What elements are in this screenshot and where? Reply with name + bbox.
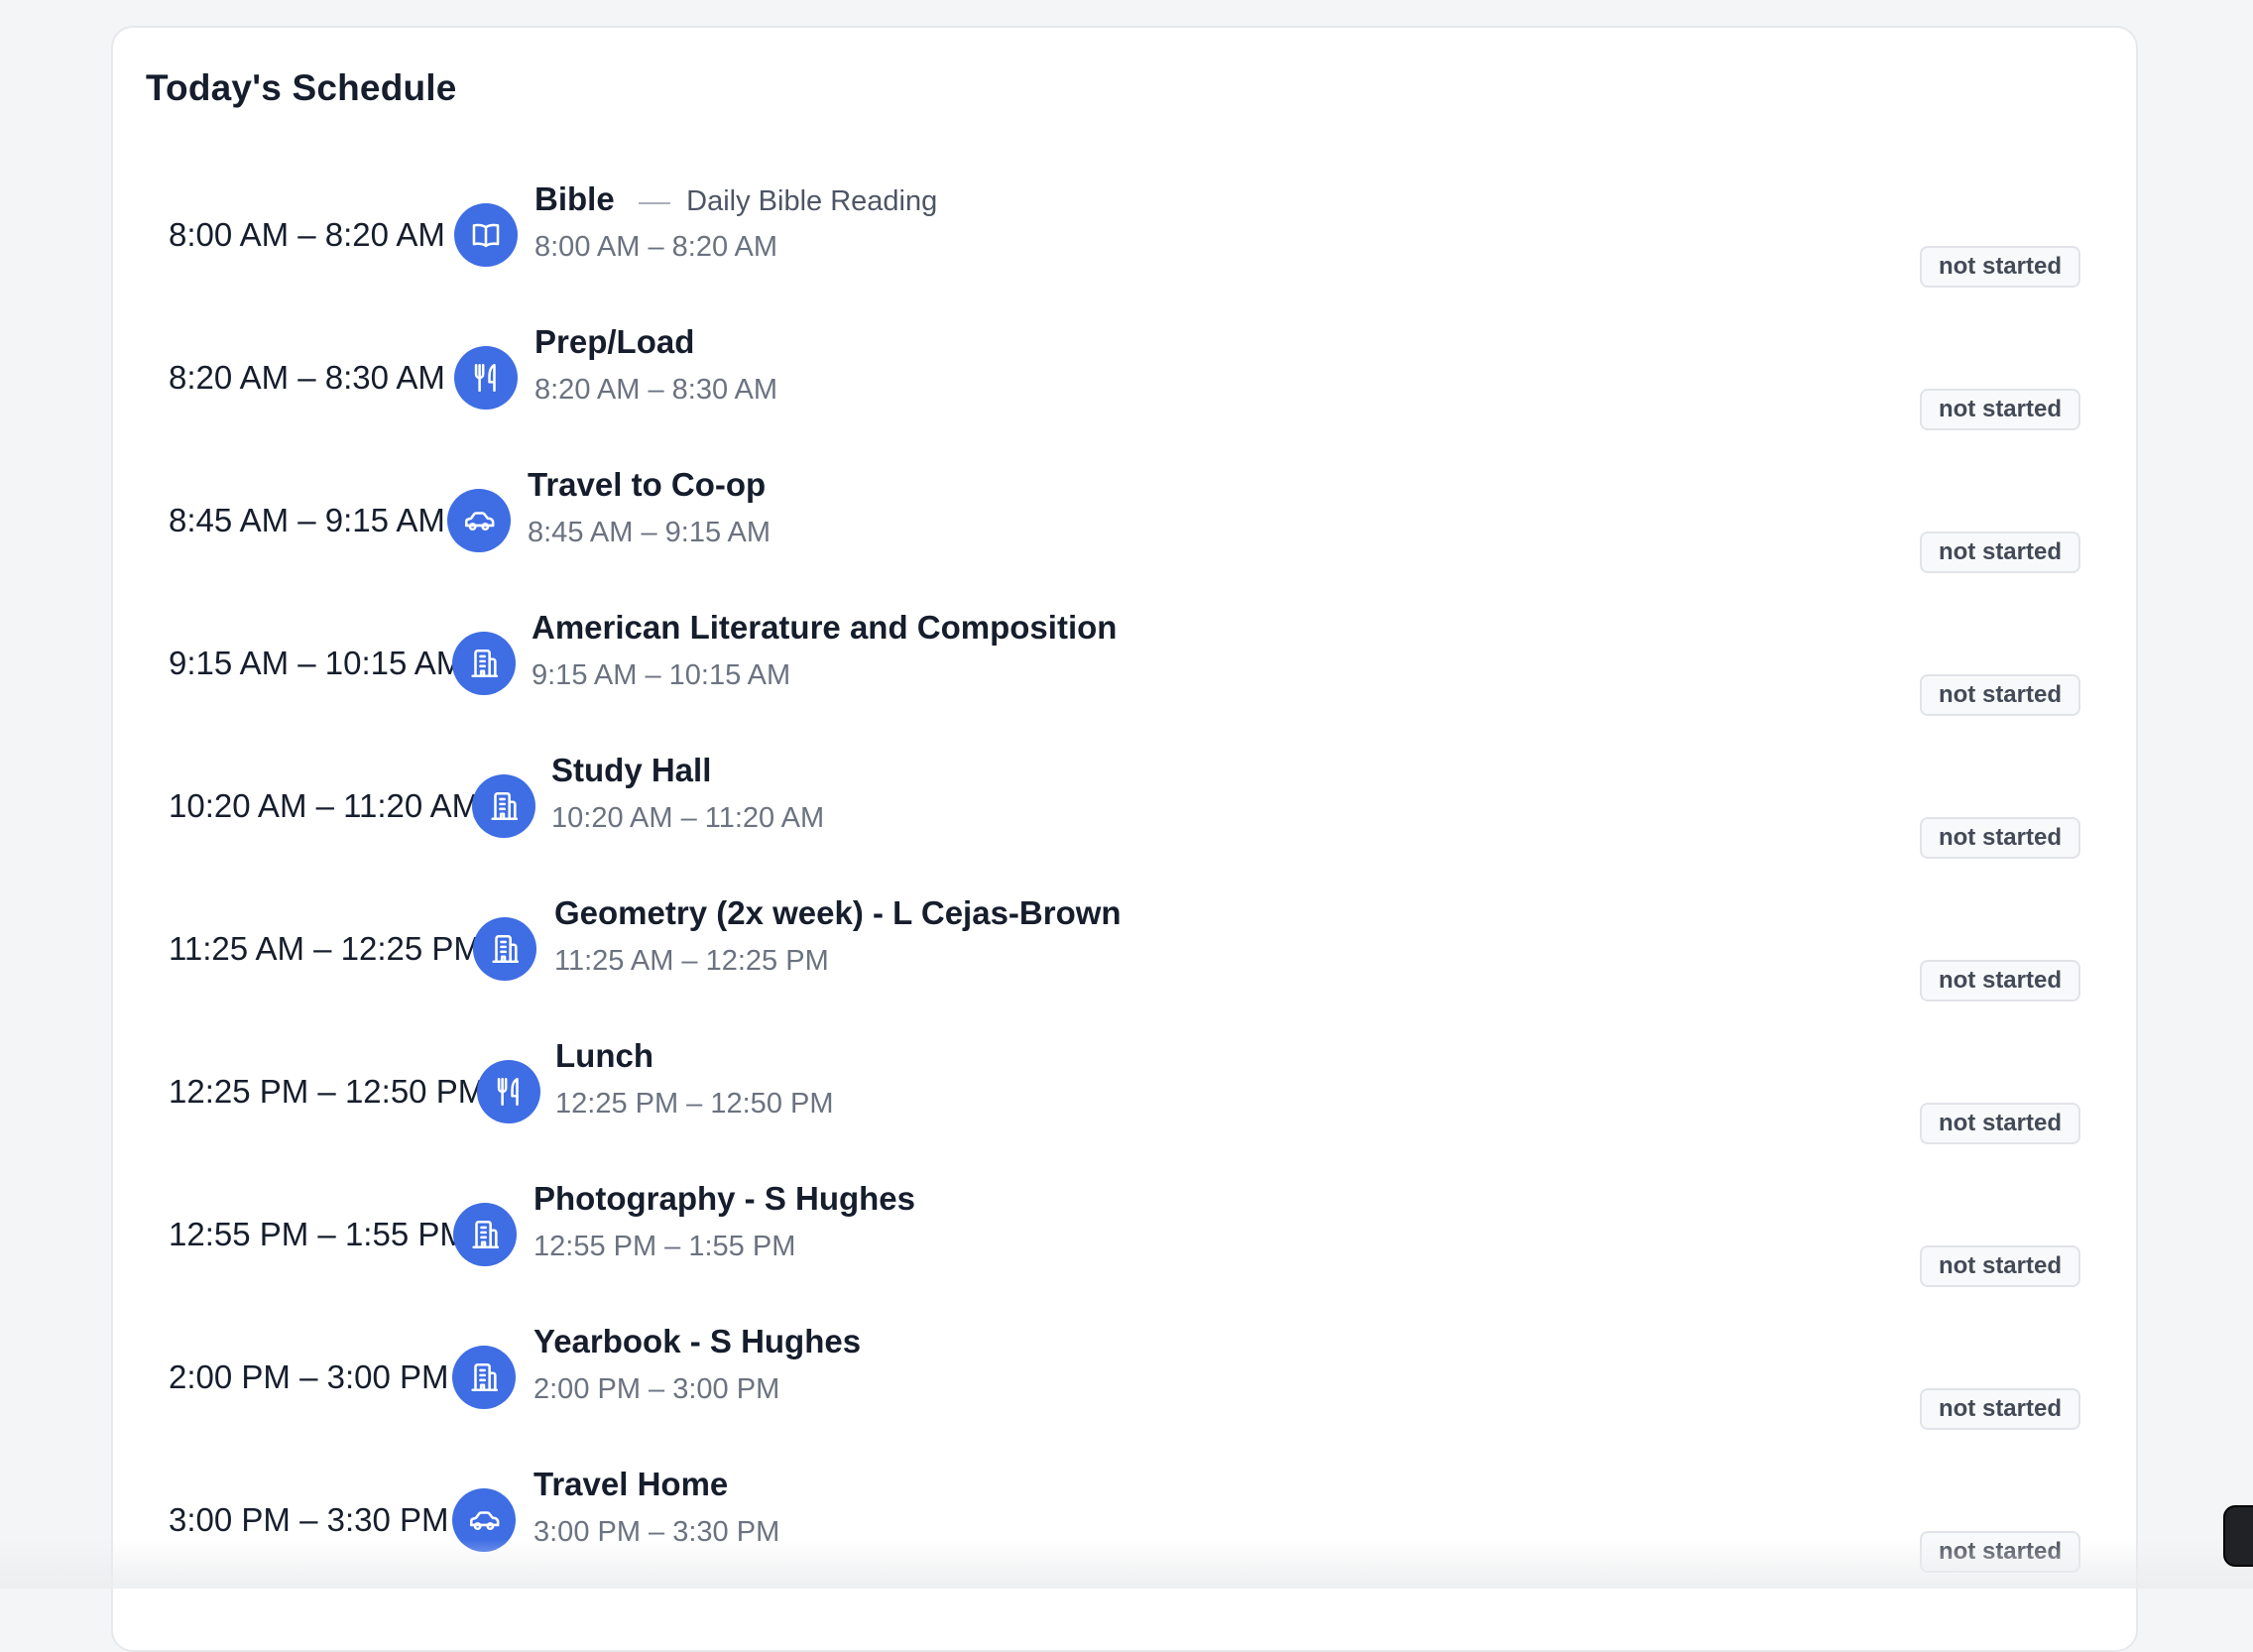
activity-time: 12:55 PM – 1:55 PM (534, 1231, 796, 1262)
time-range-label: 8:20 AM – 8:30 AM (169, 359, 445, 396)
schedule-row[interactable]: 8:00 AM – 8:20 AM Bible Daily Bible Read… (113, 170, 2136, 312)
time-range-label: 9:15 AM – 10:15 AM (169, 645, 464, 681)
time-range-label: 8:45 AM – 9:15 AM (169, 502, 445, 538)
schedule-row[interactable]: 2:00 PM – 3:00 PM Yearbook - S Hughes 2:… (113, 1312, 2136, 1455)
activity-title-line: Travel Home (534, 1465, 728, 1511)
utensils-icon (492, 1075, 526, 1109)
car-icon (467, 1503, 501, 1537)
activity-title-line: Geometry (2x week) - L Cejas-Brown (554, 893, 1122, 940)
activity-title: Lunch (555, 1037, 653, 1074)
activity-title: Prep/Load (534, 323, 695, 360)
activity-time: 8:20 AM – 8:30 AM (534, 374, 778, 406)
activity-icon-badge (453, 1203, 517, 1266)
building-icon (488, 932, 522, 966)
status-badge[interactable]: not started (1919, 1103, 2080, 1144)
activity-title-line: Prep/Load (534, 322, 694, 369)
activity-title-line: American Literature and Composition (532, 608, 1117, 654)
activity-title: Yearbook - S Hughes (534, 1323, 862, 1359)
schedule-list: 8:00 AM – 8:20 AM Bible Daily Bible Read… (113, 170, 2136, 1597)
schedule-row[interactable]: 8:45 AM – 9:15 AM Travel to Co-op 8:45 A… (113, 455, 2136, 598)
status-badge[interactable]: not started (1919, 674, 2080, 716)
activity-icon-badge (473, 917, 536, 981)
activity-title: Bible (534, 180, 615, 217)
schedule-row[interactable]: 12:55 PM – 1:55 PM Photography - S Hughe… (113, 1169, 2136, 1312)
time-range-label: 10:20 AM – 11:20 AM (169, 787, 480, 824)
time-range-label: 12:25 PM – 12:50 PM (169, 1073, 486, 1110)
activity-title: Geometry (2x week) - L Cejas-Brown (554, 894, 1122, 931)
book-open-icon (469, 218, 503, 252)
time-range-label: 12:55 PM – 1:55 PM (169, 1216, 467, 1252)
activity-time: 8:45 AM – 9:15 AM (528, 517, 771, 548)
utensils-icon (469, 361, 503, 395)
activity-title: Travel to Co-op (528, 466, 767, 503)
status-badge[interactable]: not started (1919, 817, 2080, 859)
building-icon (487, 789, 521, 823)
activity-title-line: Yearbook - S Hughes (534, 1322, 861, 1368)
status-badge[interactable]: not started (1919, 389, 2080, 430)
schedule-card: Today's Schedule 8:00 AM – 8:20 AM Bible… (111, 26, 2138, 1652)
schedule-row[interactable]: 12:25 PM – 12:50 PM Lunch 12:25 PM – 12:… (113, 1026, 2136, 1169)
status-badge[interactable]: not started (1919, 1388, 2080, 1430)
activity-icon-badge (452, 632, 516, 695)
status-badge[interactable]: not started (1919, 531, 2080, 573)
activity-subtitle: Daily Bible Reading (686, 185, 938, 217)
schedule-row[interactable]: 9:15 AM – 10:15 AM American Literature a… (113, 598, 2136, 741)
schedule-row[interactable]: 11:25 AM – 12:25 PM Geometry (2x week) -… (113, 884, 2136, 1026)
activity-icon-badge (472, 774, 535, 838)
activity-title-line: Study Hall (551, 751, 711, 797)
schedule-row[interactable]: 10:20 AM – 11:20 AM Study Hall 10:20 AM … (113, 741, 2136, 884)
activity-time: 12:25 PM – 12:50 PM (555, 1088, 834, 1120)
building-icon (467, 647, 501, 680)
car-icon (462, 504, 496, 537)
schedule-row[interactable]: 8:20 AM – 8:30 AM Prep/Load 8:20 AM – 8:… (113, 312, 2136, 455)
card-title: Today's Schedule (146, 67, 457, 108)
time-range-label: 8:00 AM – 8:20 AM (169, 216, 445, 253)
building-icon (468, 1218, 502, 1251)
floating-control-button[interactable] (2223, 1505, 2253, 1567)
activity-icon-badge (452, 1346, 516, 1409)
activity-title: Study Hall (551, 752, 712, 788)
building-icon (467, 1360, 501, 1394)
activity-title: Photography - S Hughes (534, 1180, 916, 1217)
title-separator (639, 201, 671, 204)
activity-title-line: Photography - S Hughes (534, 1179, 915, 1226)
status-badge[interactable]: not started (1919, 960, 2080, 1002)
time-range-label: 11:25 AM – 12:25 PM (169, 930, 481, 967)
activity-icon-badge (447, 489, 511, 552)
activity-icon-badge (477, 1060, 540, 1123)
activity-icon-badge (454, 346, 518, 410)
time-range-label: 2:00 PM – 3:00 PM (169, 1358, 449, 1395)
activity-title: Travel Home (534, 1466, 729, 1502)
activity-time: 10:20 AM – 11:20 AM (551, 802, 825, 834)
bottom-fade (0, 1539, 2253, 1589)
time-range-label: 3:00 PM – 3:30 PM (169, 1501, 449, 1538)
status-badge[interactable]: not started (1919, 1245, 2080, 1287)
activity-icon-badge (454, 203, 518, 267)
status-badge[interactable]: not started (1919, 246, 2080, 288)
activity-time: 8:00 AM – 8:20 AM (534, 231, 778, 263)
activity-time: 11:25 AM – 12:25 PM (554, 945, 829, 977)
activity-title-line: Travel to Co-op (528, 465, 766, 512)
activity-title-line: Lunch (555, 1036, 653, 1083)
activity-time: 2:00 PM – 3:00 PM (534, 1373, 780, 1405)
activity-time: 9:15 AM – 10:15 AM (532, 659, 791, 691)
activity-title-line: Bible Daily Bible Reading (534, 179, 937, 226)
activity-title: American Literature and Composition (532, 609, 1118, 646)
